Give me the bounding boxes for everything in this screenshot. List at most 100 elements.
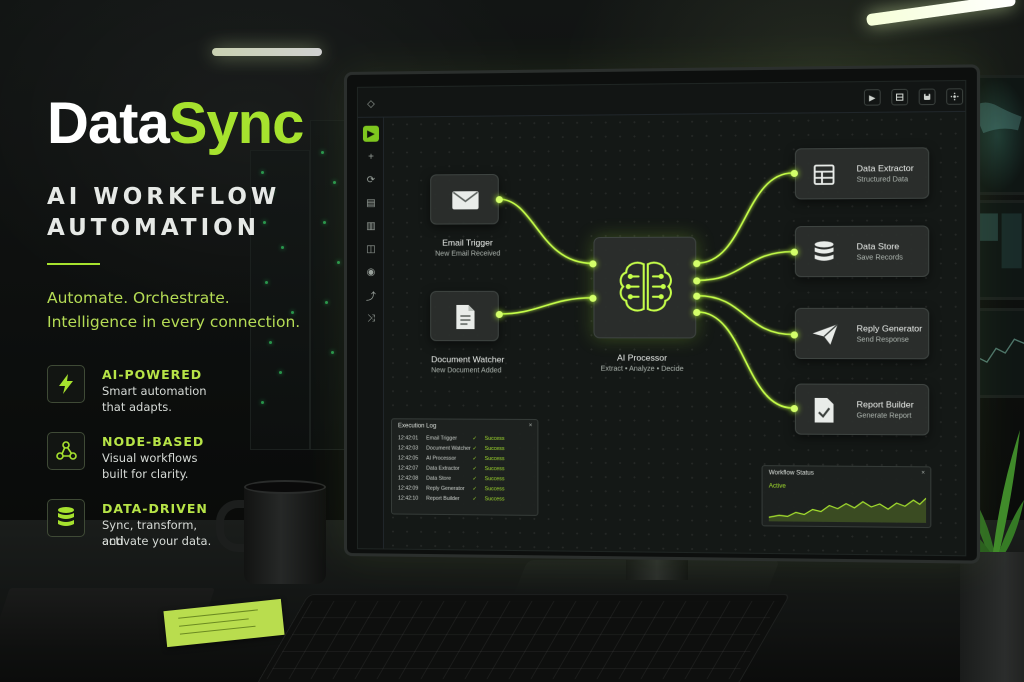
check-icon: ✓ — [473, 466, 477, 472]
node-data-store[interactable]: Data Store Save Records — [795, 225, 929, 277]
workflow-status-panel: Workflow Status × Active — [762, 465, 932, 528]
port-extractor-in[interactable] — [791, 170, 798, 177]
node-ai-processor[interactable] — [593, 237, 696, 339]
log-status: Success — [485, 466, 505, 472]
document-icon — [453, 302, 477, 332]
log-status: Success — [485, 446, 505, 452]
log-time: 12:42:08 — [398, 475, 418, 481]
log-status: Success — [485, 436, 505, 442]
panel-title: Execution Log — [398, 423, 436, 429]
node-title: Document Watcher — [431, 354, 504, 364]
log-node: Email Trigger — [426, 435, 457, 441]
feature-desc-line-2: that adapts. — [102, 399, 222, 415]
node-subtitle: New Document Added — [431, 367, 501, 374]
node-subtitle: New Email Received — [435, 251, 500, 258]
check-icon: ✓ — [473, 456, 477, 462]
port-ai-out-2[interactable] — [693, 277, 700, 284]
node-title: AI Processor — [617, 353, 667, 363]
check-icon: ✓ — [473, 486, 477, 492]
check-icon: ✓ — [473, 436, 477, 442]
log-status: Success — [485, 486, 505, 492]
envelope-icon — [449, 188, 481, 212]
log-status: Success — [485, 456, 505, 462]
feature-title-ai-powered: AI-POWERED — [102, 367, 202, 382]
node-subtitle: Generate Report — [857, 412, 912, 419]
port-datastore-in[interactable] — [791, 249, 798, 256]
brain-circuit-icon — [613, 252, 679, 323]
port-reply-in[interactable] — [791, 331, 798, 338]
panel-title: Workflow Status — [769, 470, 814, 476]
activity-sparkline — [769, 491, 926, 523]
port-email-out[interactable] — [496, 196, 503, 203]
node-subtitle: Structured Data — [857, 176, 909, 184]
node-data-extractor[interactable]: Data Extractor Structured Data — [795, 147, 929, 199]
report-check-icon — [811, 396, 838, 425]
port-ai-in-1[interactable] — [589, 260, 596, 267]
database-icon — [811, 239, 838, 266]
node-document-watcher[interactable] — [430, 291, 499, 341]
database-icon — [47, 499, 85, 537]
log-time: 12:42:10 — [398, 495, 418, 501]
paper-plane-icon — [811, 321, 840, 348]
check-icon: ✓ — [473, 446, 477, 452]
node-title: Report Builder — [857, 399, 914, 410]
network-nodes-icon — [47, 432, 85, 470]
slogan-line-1: Automate. Orchestrate. — [47, 289, 230, 307]
node-subtitle: Save Records — [857, 254, 903, 261]
keyboard — [255, 594, 790, 682]
close-icon[interactable]: × — [529, 423, 533, 429]
port-ai-out-4[interactable] — [693, 309, 700, 316]
log-time: 12:42:03 — [398, 445, 418, 451]
log-node: Document Watcher — [426, 446, 471, 452]
port-ai-out-3[interactable] — [693, 293, 700, 300]
log-time: 12:42:05 — [398, 455, 418, 461]
log-time: 12:42:01 — [398, 435, 418, 441]
node-subtitle: Send Response — [857, 337, 909, 344]
log-node: Reply Generator — [426, 486, 464, 492]
execution-log-panel: Execution Log × 12:42:01 Email Trigger ✓ Su… — [391, 418, 538, 516]
lightning-icon — [47, 365, 85, 403]
mug-rim — [244, 480, 326, 494]
workflow-editor-screen: ▶ ◇ ▶ + ⟳ ▤ ▥ ◫ ◉ ⤴ ⤨ Email Trigger New … — [357, 80, 966, 556]
port-document-out[interactable] — [496, 311, 503, 318]
table-icon — [811, 161, 838, 188]
node-title: Email Trigger — [442, 237, 493, 247]
accent-divider — [47, 263, 100, 265]
check-icon: ✓ — [473, 496, 477, 502]
node-title: Data Store — [857, 241, 900, 251]
node-title: Reply Generator — [857, 323, 923, 333]
port-ai-out-1[interactable] — [693, 260, 700, 267]
check-icon: ✓ — [473, 476, 477, 482]
feature-desc-line-1: Visual workflows — [102, 450, 222, 466]
port-ai-in-2[interactable] — [589, 295, 596, 302]
node-subtitle: Extract • Analyze • Decide — [601, 366, 684, 373]
feature-desc-line-1: Smart automation — [102, 383, 222, 399]
connection-ai-to-report — [697, 312, 792, 408]
log-node: Data Extractor — [426, 466, 459, 472]
slogan-line-2: Intelligence in every connection. — [47, 313, 300, 331]
tagline-line-1: AI WORKFLOW — [47, 184, 280, 210]
feature-desc-line-2: activate your data. — [102, 533, 222, 549]
connection-email-to-ai — [499, 199, 593, 264]
log-time: 12:42:07 — [398, 465, 418, 471]
close-icon[interactable]: × — [921, 470, 925, 476]
feature-title-data-driven: DATA-DRIVEN — [102, 501, 208, 516]
ceiling-light — [212, 48, 322, 56]
status-label: Active — [769, 484, 786, 490]
coffee-mug — [244, 484, 326, 584]
brand-word-data: Data — [47, 91, 169, 156]
log-node: AI Processor — [426, 456, 456, 462]
node-report-builder[interactable]: Report Builder Generate Report — [795, 384, 929, 436]
log-node: Data Store — [426, 476, 451, 482]
port-report-in[interactable] — [791, 405, 798, 412]
tagline-line-2: AUTOMATION — [47, 215, 260, 241]
scene: DataSync AI WORKFLOW AUTOMATION Automate… — [0, 0, 1024, 682]
log-node: Report Builder — [426, 496, 459, 502]
node-email-trigger[interactable] — [430, 174, 499, 225]
connection-ai-to-extractor — [697, 173, 792, 263]
node-reply-generator[interactable]: Reply Generator Send Response — [795, 308, 929, 359]
node-title: Data Extractor — [857, 163, 914, 174]
feature-desc-line-2: built for clarity. — [102, 466, 222, 482]
log-status: Success — [485, 476, 505, 482]
plant-pot — [960, 552, 1024, 682]
